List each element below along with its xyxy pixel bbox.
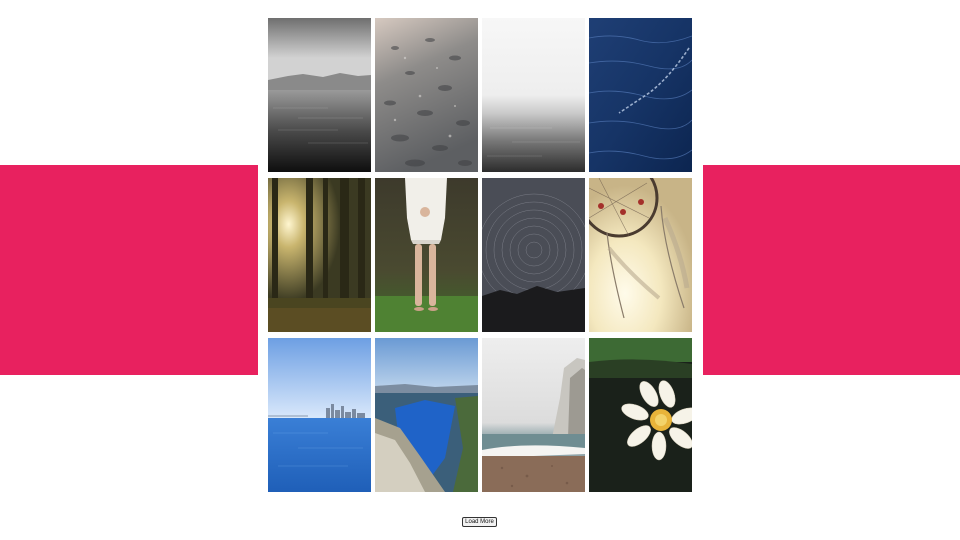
right-accent-band [703,165,960,375]
page: Load More [0,0,960,540]
foggy-horizon-image [482,18,585,172]
photo-gallery [268,18,692,492]
dreamcatcher-image [589,178,692,332]
gallery-photo-sunlit-forest[interactable] [268,178,371,332]
gallery-photo-dreamcatcher[interactable] [589,178,692,332]
water-lily-image [589,338,692,492]
woman-white-dress-image [375,178,478,332]
gallery-photo-water-lily[interactable] [589,338,692,492]
gallery-photo-star-trails[interactable] [482,178,585,332]
load-more-button[interactable]: Load More [462,517,497,527]
gallery-photo-foggy-horizon[interactable] [482,18,585,172]
gallery-photo-city-skyline[interactable] [268,338,371,492]
gallery-photo-woman-white-dress[interactable] [375,178,478,332]
gallery-photo-foggy-coast[interactable] [482,338,585,492]
gallery-photo-fjord-cliffs[interactable] [375,338,478,492]
city-skyline-image [268,338,371,492]
deep-blue-water-image [589,18,692,172]
sunlit-forest-image [268,178,371,332]
gallery-photo-misty-sea[interactable] [268,18,371,172]
gallery-photo-wet-pebbles[interactable] [375,18,478,172]
misty-sea-image [268,18,371,172]
foggy-coast-image [482,338,585,492]
gallery-photo-deep-blue-water[interactable] [589,18,692,172]
left-accent-band [0,165,258,375]
wet-pebbles-image [375,18,478,172]
fjord-cliffs-image [375,338,478,492]
star-trails-image [482,178,585,332]
